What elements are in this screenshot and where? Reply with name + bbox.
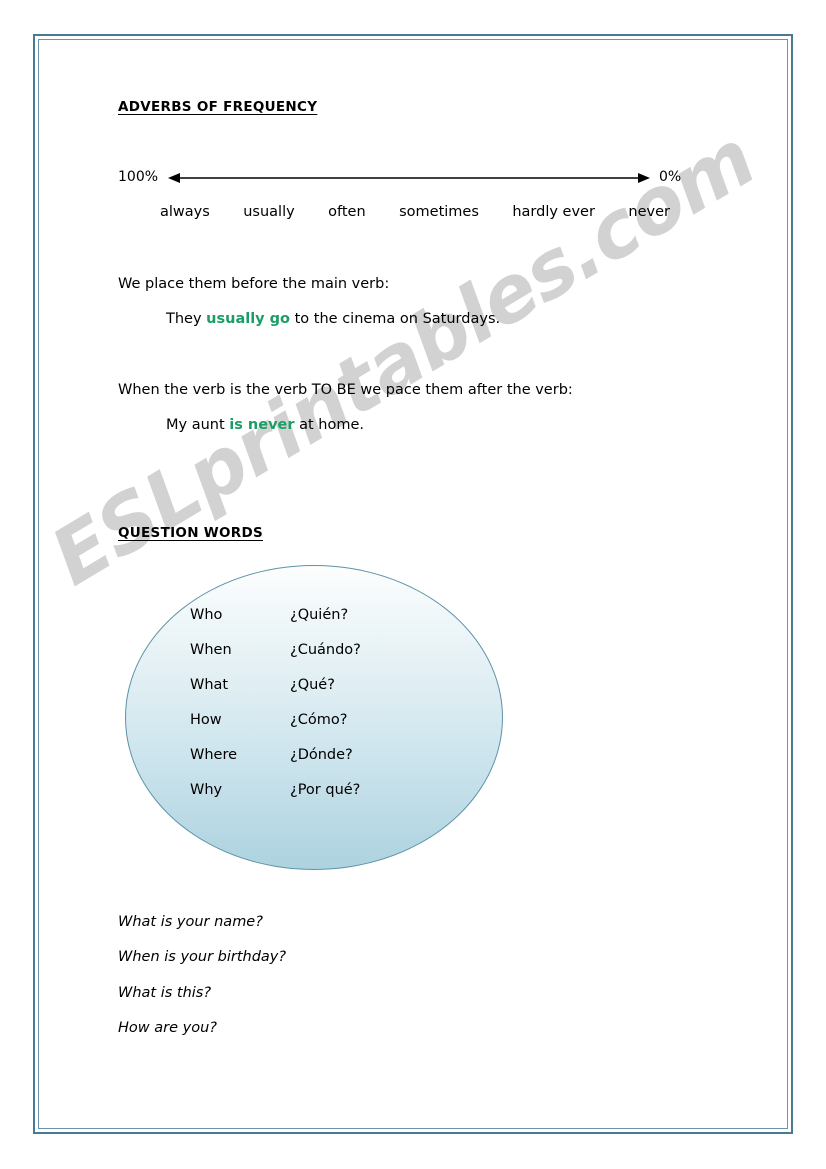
example-question: What is your name? [118, 914, 263, 930]
adverb-item: usually [243, 204, 295, 220]
table-row: Who ¿Quién? [190, 607, 410, 642]
question-word-spanish: ¿Cómo? [290, 712, 348, 728]
example-text-after: to the cinema on Saturdays. [290, 311, 501, 327]
adverb-list: always usually often sometimes hardly ev… [160, 204, 670, 220]
scale-label-left: 100% [118, 169, 159, 185]
question-word-spanish: ¿Qué? [290, 677, 335, 693]
question-word-english: What [190, 677, 229, 693]
table-row: When ¿Cuándo? [190, 642, 410, 677]
example-highlight: is never [229, 417, 295, 433]
section-heading-adverbs: ADVERBS OF FREQUENCY [118, 99, 318, 115]
rule-text-main-verb: We place them before the main verb: [118, 276, 390, 292]
question-word-spanish: ¿Cuándo? [290, 642, 361, 658]
scale-label-right: 0% [659, 169, 682, 185]
example-question: When is your birthday? [118, 949, 287, 965]
example-question: What is this? [118, 985, 212, 1001]
example-highlight: usually go [206, 311, 291, 327]
adverb-item: always [160, 204, 210, 220]
rule-text-to-be: When the verb is the verb TO BE we pace … [118, 382, 573, 398]
example-text-before: My aunt [166, 417, 230, 433]
example-text-before: They [166, 311, 207, 327]
example-question: How are you? [118, 1020, 217, 1036]
question-word-english: When [190, 642, 232, 658]
section-heading-question-words: QUESTION WORDS [118, 525, 263, 541]
question-word-english: How [190, 712, 222, 728]
table-row: How ¿Cómo? [190, 712, 410, 747]
adverb-item: often [328, 204, 366, 220]
question-word-spanish: ¿Por qué? [290, 782, 361, 798]
table-row: What ¿Qué? [190, 677, 410, 712]
example-sentence-main-verb: They usually go to the cinema on Saturda… [166, 311, 500, 327]
adverb-item: never [628, 204, 670, 220]
question-word-english: Who [190, 607, 223, 623]
question-word-english: Where [190, 747, 238, 763]
question-word-spanish: ¿Quién? [290, 607, 349, 623]
table-row: Where ¿Dónde? [190, 747, 410, 782]
question-word-english: Why [190, 782, 223, 798]
example-text-after: at home. [294, 417, 365, 433]
adverb-item: hardly ever [512, 204, 595, 220]
worksheet-page: ESLprintables.com ADVERBS OF FREQUENCY 1… [0, 0, 826, 1169]
question-words-table: Who ¿Quién? When ¿Cuándo? What ¿Qué? How… [190, 607, 410, 817]
adverb-item: sometimes [399, 204, 479, 220]
double-arrow-icon [168, 173, 650, 183]
example-sentence-to-be: My aunt is never at home. [166, 417, 364, 433]
question-word-spanish: ¿Dónde? [290, 747, 353, 763]
worksheet-content: ADVERBS OF FREQUENCY 100% 0% always usua… [0, 0, 826, 1169]
table-row: Why ¿Por qué? [190, 782, 410, 817]
